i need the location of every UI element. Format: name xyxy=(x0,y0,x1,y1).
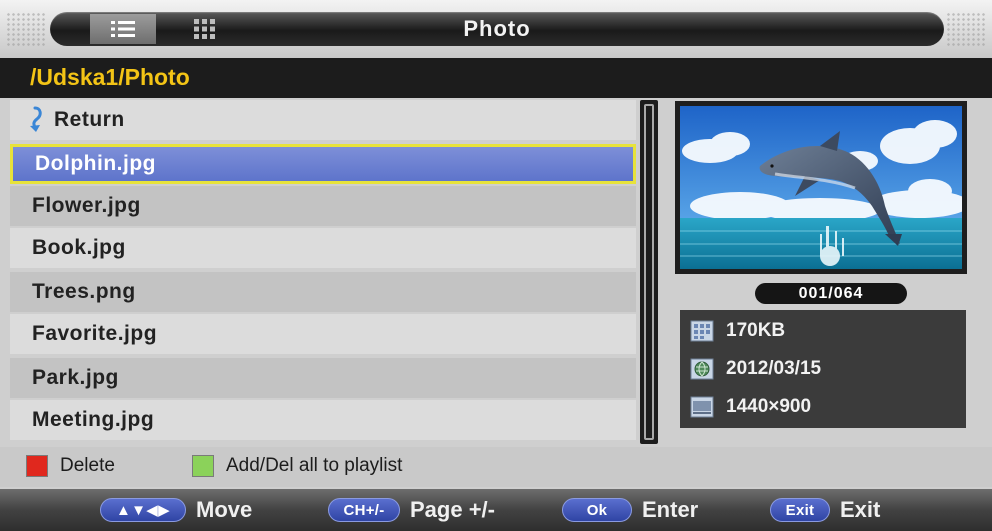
color-key-legend: Delete Add/Del all to playlist xyxy=(0,447,992,487)
help-exit: Exit Exit xyxy=(770,495,880,525)
file-name: Favorite.jpg xyxy=(32,322,158,345)
help-enter: Ok Enter xyxy=(562,495,698,525)
legend-playlist: Add/Del all to playlist xyxy=(192,455,402,477)
title-capsule: Photo xyxy=(50,12,944,46)
scrollbar-thumb[interactable] xyxy=(644,104,654,440)
image-resolution: 1440×900 xyxy=(726,396,812,417)
page-title: Photo xyxy=(463,16,531,41)
exit-key-badge: Exit xyxy=(770,498,830,522)
help-move-label: Move xyxy=(196,497,253,522)
photo-counter: 001/064 xyxy=(755,283,907,304)
file-item-selected[interactable]: Dolphin.jpg xyxy=(10,144,636,184)
file-item[interactable]: Meeting.jpg xyxy=(10,400,636,440)
legend-playlist-label: Add/Del all to playlist xyxy=(226,455,403,476)
return-item[interactable]: Return xyxy=(10,100,636,140)
help-exit-label: Exit xyxy=(840,497,881,522)
legend-delete: Delete xyxy=(26,455,115,477)
file-list: Return Dolphin.jpg Flower.jpg Book.jpg T… xyxy=(10,100,636,444)
file-name: Flower.jpg xyxy=(32,194,141,217)
info-resolution: 1440×900 xyxy=(690,392,811,422)
legend-delete-label: Delete xyxy=(60,455,115,476)
title-bar: Photo xyxy=(0,0,992,58)
file-item[interactable]: Favorite.jpg xyxy=(10,314,636,354)
file-item[interactable]: Flower.jpg xyxy=(10,186,636,226)
return-label: Return xyxy=(54,108,125,131)
ok-key-badge: Ok xyxy=(562,498,632,522)
resolution-icon xyxy=(690,396,714,418)
info-date: 2012/03/15 xyxy=(690,354,821,384)
preview-frame xyxy=(675,101,967,274)
globe-date-icon xyxy=(690,358,714,380)
current-path: /Udska1/Photo xyxy=(30,64,190,90)
file-size-icon xyxy=(690,320,714,342)
help-move: ▲▼◀▶ Move xyxy=(100,495,252,525)
file-date: 2012/03/15 xyxy=(726,358,822,379)
file-item[interactable]: Trees.png xyxy=(10,272,636,312)
help-bar: ▲▼◀▶ Move CH+/- Page +/- Ok Enter Exit E… xyxy=(0,489,992,531)
file-size: 170KB xyxy=(726,320,786,341)
file-item[interactable]: Book.jpg xyxy=(10,228,636,268)
info-size: 170KB xyxy=(690,316,785,346)
photo-info-panel: 170KB 2012/03/15 1440×900 xyxy=(680,310,966,428)
photo-browser-screen: Photo /Udska1/Photo Return Dolphin.jpg F… xyxy=(0,0,992,531)
path-bar: /Udska1/Photo xyxy=(0,58,992,98)
list-scrollbar[interactable] xyxy=(640,100,658,444)
return-icon xyxy=(30,106,42,132)
green-key-swatch xyxy=(192,455,214,477)
file-item[interactable]: Park.jpg xyxy=(10,358,636,398)
help-page-label: Page +/- xyxy=(410,497,495,522)
decorative-dots-left xyxy=(6,12,46,46)
file-name: Park.jpg xyxy=(32,366,119,389)
file-name: Trees.png xyxy=(32,280,136,303)
channel-key-badge: CH+/- xyxy=(328,498,400,522)
decorative-dots-right xyxy=(946,12,986,46)
help-enter-label: Enter xyxy=(642,497,699,522)
photo-preview xyxy=(680,106,962,269)
file-name: Book.jpg xyxy=(32,236,126,259)
file-name: Dolphin.jpg xyxy=(35,152,156,175)
arrow-keys-badge: ▲▼◀▶ xyxy=(100,498,186,522)
file-name: Meeting.jpg xyxy=(32,408,155,431)
red-key-swatch xyxy=(26,455,48,477)
help-page: CH+/- Page +/- xyxy=(328,495,495,525)
